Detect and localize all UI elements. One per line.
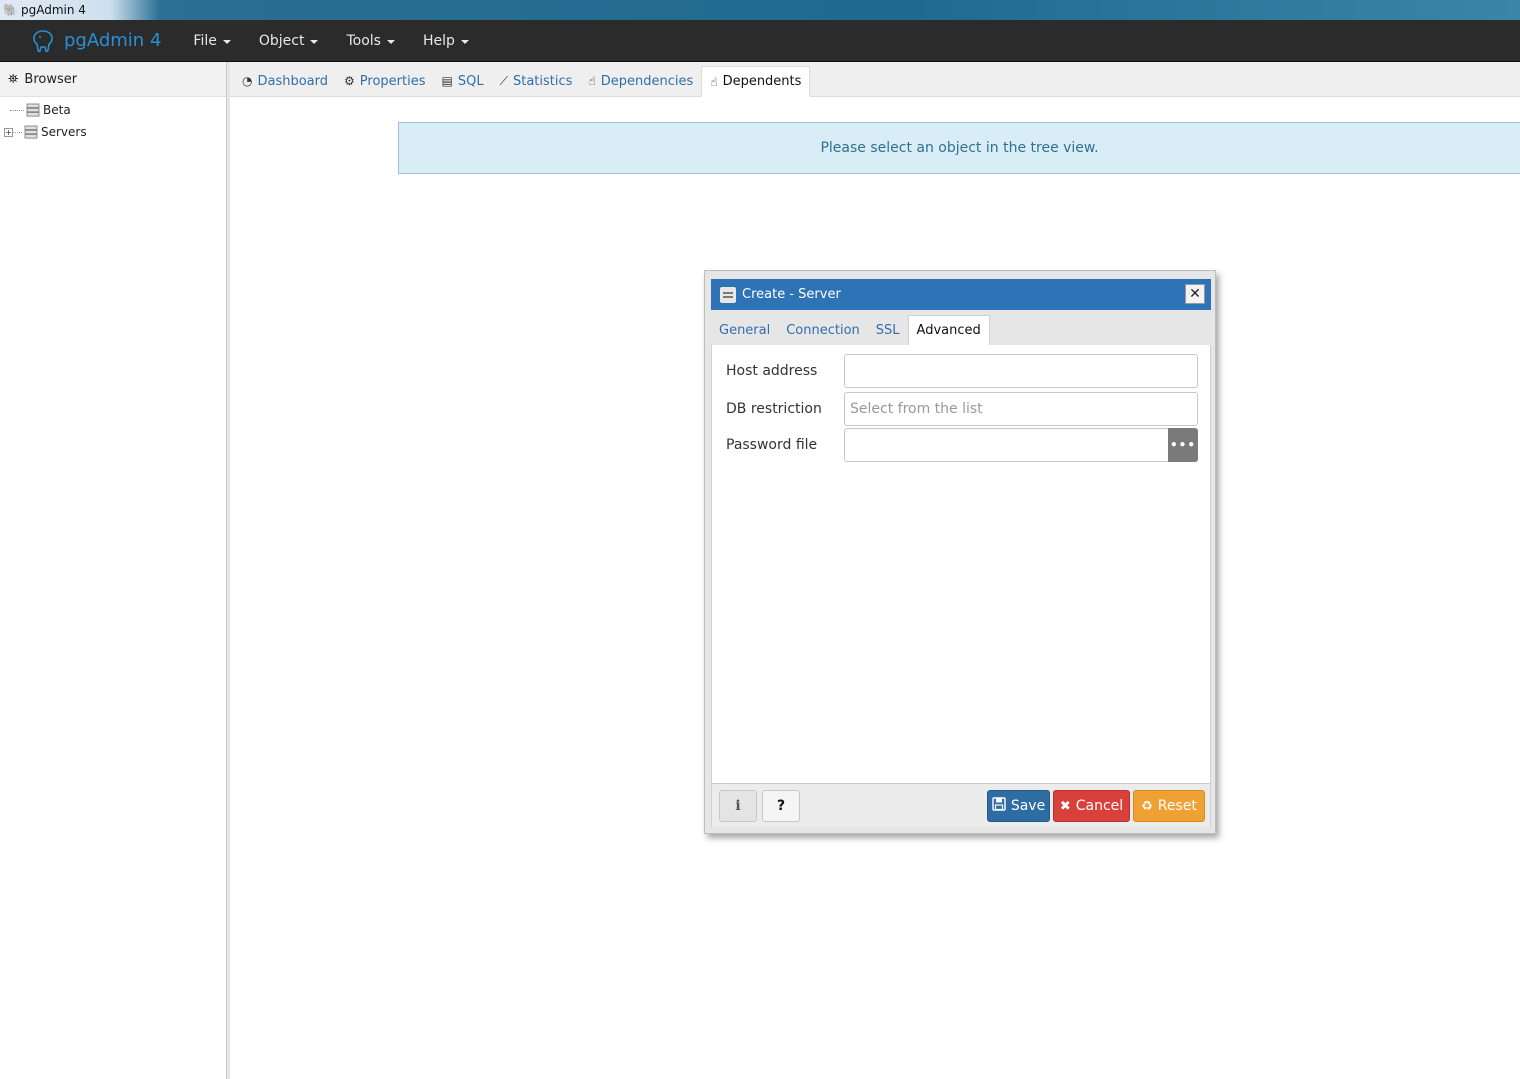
info-button[interactable]: i <box>719 790 757 822</box>
info-alert-text: Please select an object in the tree view… <box>820 140 1099 156</box>
cancel-label: Cancel <box>1075 798 1124 814</box>
dialog-tabs: General Connection SSL Advanced <box>711 315 1211 345</box>
browser-title: Browser <box>24 71 78 87</box>
browse-file-button[interactable]: ••• <box>1168 428 1198 462</box>
tree-connector <box>10 109 24 111</box>
tree-item-servers[interactable]: + Servers <box>0 121 226 143</box>
db-restriction-select[interactable] <box>844 392 1198 426</box>
server-group-icon <box>26 103 40 117</box>
reset-label: Reset <box>1157 798 1197 814</box>
tab-label: Dependents <box>722 74 802 89</box>
recycle-icon: ♻ <box>1141 798 1153 814</box>
info-icon: i <box>735 798 741 814</box>
menu-file[interactable]: File <box>179 20 244 62</box>
brand[interactable]: pgAdmin 4 <box>30 28 161 54</box>
hand-icon: ☝ <box>588 74 596 88</box>
os-window-title: pgAdmin 4 <box>21 3 86 17</box>
db-restriction-row: DB restriction <box>712 392 1212 426</box>
host-address-input[interactable] <box>844 354 1198 388</box>
x-icon: ✖ <box>1059 798 1071 814</box>
pgadmin-logo-icon <box>33 29 53 52</box>
tree-item-beta[interactable]: Beta <box>0 99 226 121</box>
caret-down-icon <box>310 39 319 44</box>
floppy-disk-icon <box>992 797 1006 815</box>
tab-label: SQL <box>457 73 484 89</box>
close-icon: ✕ <box>1189 286 1201 302</box>
browser-panel: ⛯ Browser Beta + Servers <box>0 62 227 1079</box>
tab-label: Dependencies <box>600 73 694 89</box>
dialog-tab-advanced[interactable]: Advanced <box>907 315 990 345</box>
menu-tools[interactable]: Tools <box>332 20 409 62</box>
tree-item-label: Servers <box>41 125 87 139</box>
save-button[interactable]: Save <box>987 790 1050 822</box>
cogs-icon: ⚙ <box>344 74 355 88</box>
tab-label: Statistics <box>512 73 573 89</box>
expand-plus-icon[interactable]: + <box>4 127 13 137</box>
browser-panel-header[interactable]: ⛯ Browser <box>0 62 226 97</box>
caret-down-icon <box>460 39 469 44</box>
tree-item-label: Beta <box>43 103 71 117</box>
cancel-button[interactable]: ✖ Cancel <box>1053 790 1130 822</box>
main-menu: File Object Tools Help <box>179 20 482 62</box>
os-title-bar: 🐘 pgAdmin 4 <box>0 0 1520 20</box>
tab-label: Dashboard <box>257 73 329 89</box>
reset-button[interactable]: ♻ Reset <box>1133 790 1205 822</box>
info-alert: Please select an object in the tree view… <box>398 122 1520 174</box>
brand-title: pgAdmin 4 <box>64 30 162 51</box>
caret-down-icon <box>386 39 395 44</box>
ellipsis-icon: ••• <box>1169 438 1196 452</box>
menu-tools-label: Tools <box>346 32 381 49</box>
tab-statistics[interactable]: ⟋ Statistics <box>492 66 581 96</box>
dialog-title: Create - Server <box>742 287 841 302</box>
tab-dashboard[interactable]: ◔ Dashboard <box>234 66 336 96</box>
dialog-body: Host address DB restriction Password fil… <box>711 345 1211 783</box>
dialog-header[interactable]: Create - Server ✕ <box>711 279 1211 310</box>
host-address-label: Host address <box>726 363 818 379</box>
line-chart-icon: ⟋ <box>499 73 508 88</box>
menu-help-label: Help <box>422 32 455 49</box>
dialog-tab-ssl[interactable]: SSL <box>868 315 908 345</box>
create-server-dialog: Create - Server ✕ General Connection SSL… <box>704 270 1216 834</box>
tab-sql[interactable]: ▤ SQL <box>433 66 491 96</box>
app-navbar: pgAdmin 4 File Object Tools Help <box>0 20 1520 62</box>
object-tree: Beta + Servers <box>0 97 226 143</box>
dialog-tab-general[interactable]: General <box>711 315 778 345</box>
menu-object-label: Object <box>258 32 305 49</box>
tree-connector <box>13 131 22 133</box>
tab-label: Properties <box>359 73 426 89</box>
dashboard-icon: ◔ <box>242 74 253 88</box>
dialog-footer: i ? Save ✖ Cancel ♻ Reset <box>711 783 1211 827</box>
hand-icon: ☝ <box>710 74 718 89</box>
menu-help[interactable]: Help <box>409 20 483 62</box>
question-icon: ? <box>776 798 786 814</box>
dialog-tab-connection[interactable]: Connection <box>778 315 868 345</box>
panel-splitter[interactable] <box>227 62 230 1079</box>
save-label: Save <box>1010 798 1046 814</box>
server-group-icon <box>24 125 38 139</box>
close-button[interactable]: ✕ <box>1185 284 1205 304</box>
main-tabbar: ◔ Dashboard ⚙ Properties ▤ SQL ⟋ Statistics … <box>230 62 1520 97</box>
server-icon <box>720 286 736 303</box>
password-file-input[interactable] <box>844 428 1170 462</box>
db-restriction-label: DB restriction <box>726 401 822 417</box>
tab-properties[interactable]: ⚙ Properties <box>336 66 433 96</box>
help-button[interactable]: ? <box>762 790 800 822</box>
binoculars-icon: ⛯ <box>8 71 19 87</box>
menu-object[interactable]: Object <box>245 20 333 62</box>
password-file-label: Password file <box>726 437 818 453</box>
file-text-icon: ▤ <box>441 74 453 88</box>
caret-down-icon <box>222 39 231 44</box>
host-address-row: Host address <box>712 354 1212 388</box>
password-file-row: Password file ••• <box>712 428 1212 462</box>
menu-file-label: File <box>193 32 217 49</box>
tab-dependents[interactable]: ☝ Dependents <box>701 66 811 97</box>
tab-dependencies[interactable]: ☝ Dependencies <box>580 66 701 96</box>
pgadmin-elephant-icon: 🐘 <box>3 3 18 17</box>
